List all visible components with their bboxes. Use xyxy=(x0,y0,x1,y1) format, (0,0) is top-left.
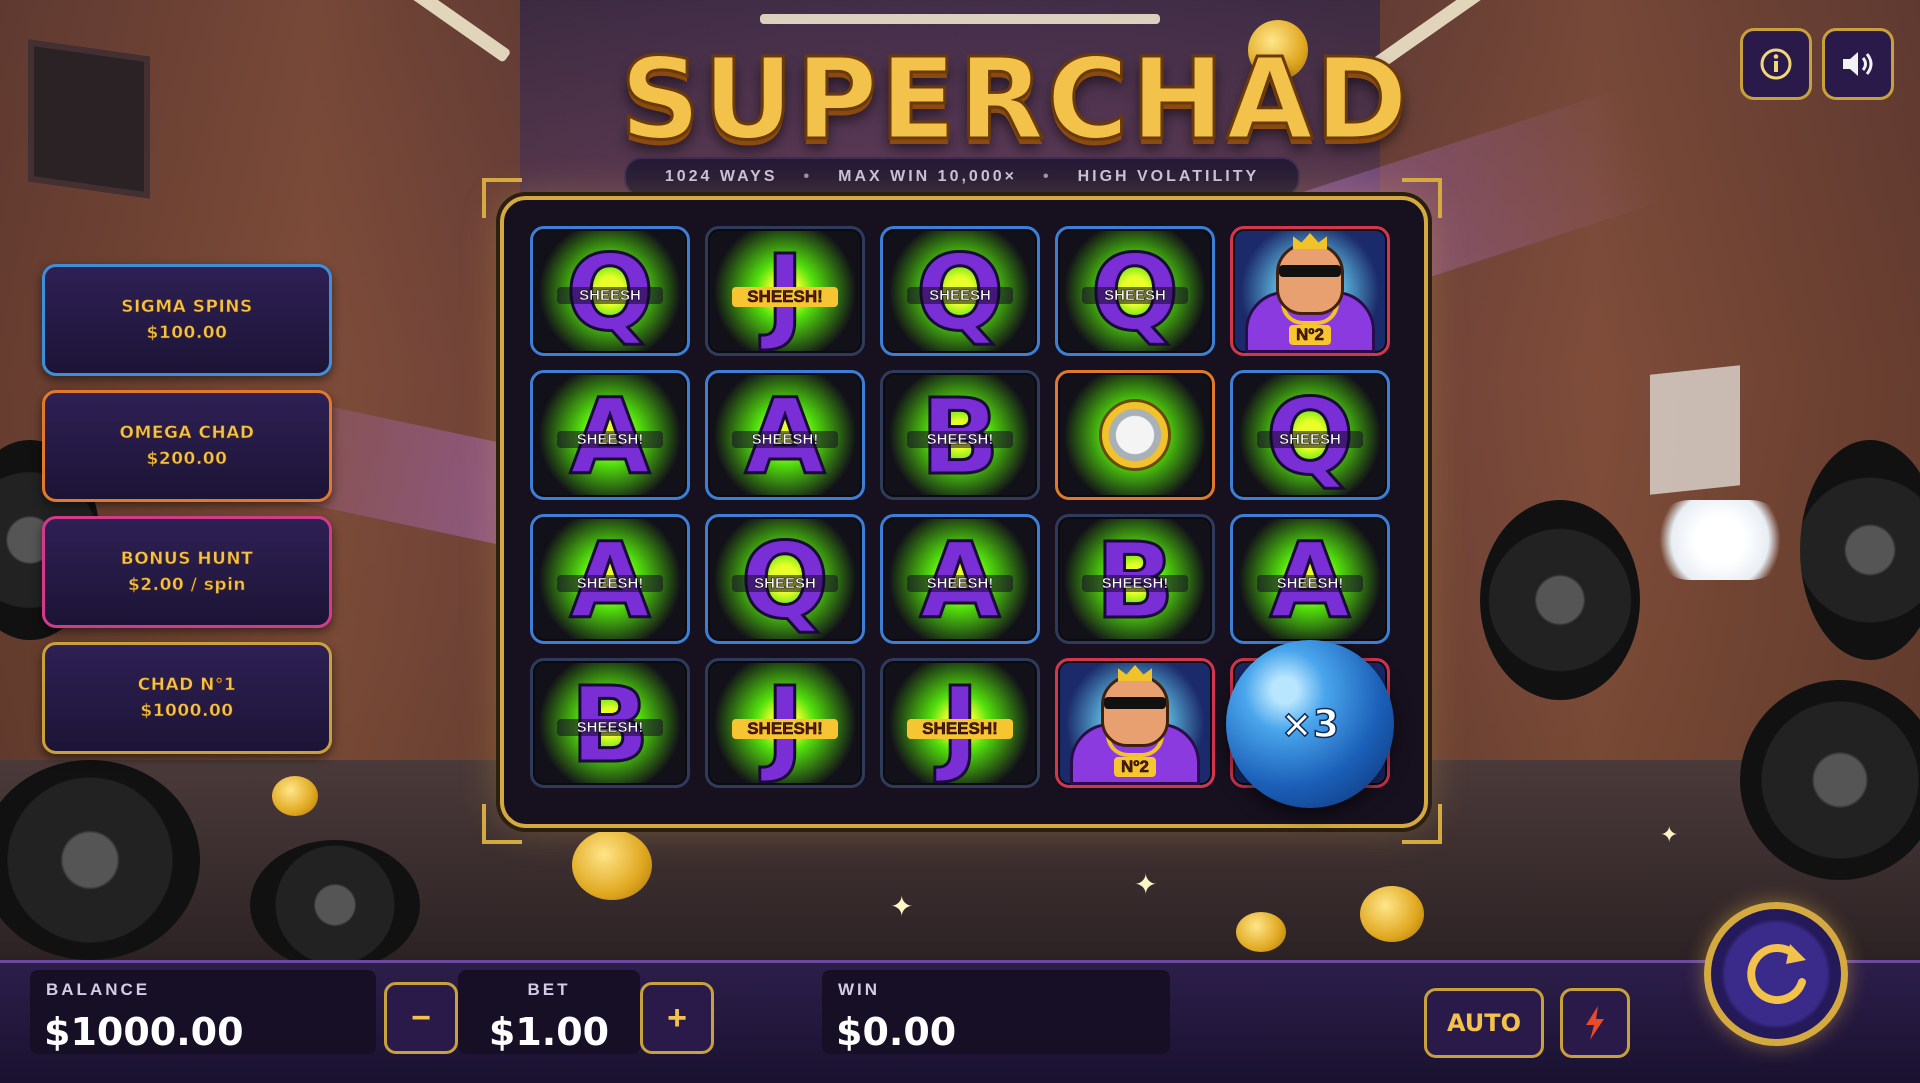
reel-symbol: Q SHEESH xyxy=(530,226,690,356)
increase-bet-button[interactable]: + xyxy=(640,982,714,1054)
crown-icon xyxy=(1118,665,1152,681)
symbol-tag: SHEESH! xyxy=(732,719,838,739)
symbol-tag: SHEESH! xyxy=(732,431,838,448)
turbo-button[interactable] xyxy=(1560,988,1630,1058)
reel-symbol: BSHEESH! xyxy=(880,370,1040,500)
info-button[interactable] xyxy=(1740,28,1812,100)
bonus-buy-omega-chad[interactable]: OMEGA CHAD $200.00 xyxy=(42,390,332,502)
symbol-tag: SHEESH! xyxy=(1082,575,1188,592)
balance-label: BALANCE xyxy=(46,980,151,999)
symbol-tag: SHEESH! xyxy=(557,431,663,448)
symbol-tag: SHEESH! xyxy=(907,575,1013,592)
feature-volatility: HIGH VOLATILITY xyxy=(1077,168,1260,185)
symbol-tag: SHEESH! xyxy=(907,719,1013,739)
sound-button[interactable] xyxy=(1822,28,1894,100)
bet-label: BET xyxy=(527,980,571,999)
chad-face xyxy=(1276,243,1344,315)
info-icon xyxy=(1760,48,1792,80)
bonus-price: $1000.00 xyxy=(140,701,234,722)
bet-panel: BET $1.00 xyxy=(458,970,640,1054)
sunglasses xyxy=(1104,697,1166,709)
wall-poster xyxy=(1650,365,1740,495)
multiplier-orb: ×3 xyxy=(1226,640,1394,808)
gold-coin xyxy=(1236,912,1286,952)
bonus-name: SIGMA SPINS xyxy=(121,297,253,318)
reel-symbol: ASHEESH! xyxy=(530,514,690,644)
balance-panel: BALANCE $1000.00 xyxy=(30,970,376,1054)
gold-coin xyxy=(572,830,652,900)
feature-separator: • xyxy=(1042,168,1052,185)
steam-puff xyxy=(1650,500,1790,580)
bonus-name: OMEGA CHAD xyxy=(119,423,255,444)
reel-symbol: JSHEESH! xyxy=(705,226,865,356)
symbol-tag: SHEESH! xyxy=(907,431,1013,448)
gold-coin xyxy=(272,776,318,816)
bonus-name: CHAD N°1 xyxy=(137,675,237,696)
bonus-buy-bonus-hunt[interactable]: BONUS HUNT $2.00 / spin xyxy=(42,516,332,628)
win-value: $0.00 xyxy=(836,1010,957,1054)
reel-symbol: BSHEESH! xyxy=(530,658,690,788)
reel-symbol: ASHEESH! xyxy=(1230,514,1390,644)
gold-watch-icon xyxy=(1099,399,1171,471)
feature-ways: 1024 WAYS xyxy=(664,168,778,185)
gold-coin xyxy=(1360,886,1424,942)
symbol-tag: SHEESH xyxy=(557,287,663,304)
bonus-buy-chad-n1[interactable]: CHAD N°1 $1000.00 xyxy=(42,642,332,754)
symbol-tag: Nº2 xyxy=(1289,325,1331,345)
crown-icon xyxy=(1293,233,1327,249)
decrease-bet-button[interactable]: − xyxy=(384,982,458,1054)
win-panel: WIN $0.00 xyxy=(822,970,1170,1054)
win-label: WIN xyxy=(838,980,881,999)
game-title: SUPERCHAD xyxy=(619,35,1411,165)
symbol-tag: SHEESH! xyxy=(1257,575,1363,592)
reel-symbol: Q SHEESH xyxy=(1230,370,1390,500)
feature-max-win: MAX WIN 10,000× xyxy=(838,168,1017,185)
reel-symbol: Nº2 xyxy=(1230,226,1390,356)
reel-symbol: Q SHEESH xyxy=(705,514,865,644)
spin-arrow-icon xyxy=(1747,944,1806,1004)
sparkle: ✦ xyxy=(1660,822,1679,847)
wall-fan xyxy=(28,39,150,199)
reel-symbol: ASHEESH! xyxy=(880,514,1040,644)
game-features-bar: 1024 WAYS • MAX WIN 10,000× • HIGH VOLAT… xyxy=(624,157,1300,197)
bonus-price: $2.00 / spin xyxy=(127,575,247,596)
reel-symbol: JSHEESH! xyxy=(705,658,865,788)
bet-value: $1.00 xyxy=(488,1010,610,1054)
multiplier-value: ×3 xyxy=(1280,701,1340,747)
symbol-tag: SHEESH! xyxy=(557,719,663,736)
sunglasses xyxy=(1279,265,1341,277)
reel-symbol: Q SHEESH xyxy=(1055,226,1215,356)
symbol-tag: Nº2 xyxy=(1114,757,1156,777)
feature-separator: • xyxy=(803,168,813,185)
reel-symbol xyxy=(1055,370,1215,500)
spin-button[interactable] xyxy=(1704,902,1848,1046)
symbol-tag: SHEESH xyxy=(907,287,1013,304)
bonus-name: BONUS HUNT xyxy=(120,549,254,570)
symbol-tag: SHEESH! xyxy=(732,287,838,307)
weight-plate xyxy=(1480,500,1640,700)
symbol-tag: SHEESH! xyxy=(557,575,663,592)
reel-symbol: BSHEESH! xyxy=(1055,514,1215,644)
sparkle: ✦ xyxy=(1134,869,1158,900)
bonus-price: $100.00 xyxy=(146,323,228,344)
lightning-icon xyxy=(1586,1006,1604,1040)
reel-symbol: Q SHEESH xyxy=(880,226,1040,356)
reel-symbol: ASHEESH! xyxy=(530,370,690,500)
reel-symbol: ASHEESH! xyxy=(705,370,865,500)
balance-value: $1000.00 xyxy=(44,1010,244,1054)
symbol-tag: SHEESH xyxy=(732,575,838,592)
chad-face xyxy=(1101,675,1169,747)
sparkle: ✦ xyxy=(890,891,914,922)
symbol-tag: SHEESH xyxy=(1257,431,1363,448)
ceiling-light xyxy=(760,14,1160,24)
weight-plate xyxy=(250,840,420,970)
symbol-tag: SHEESH xyxy=(1082,287,1188,304)
reel-symbol: JSHEESH! xyxy=(880,658,1040,788)
speaker-icon xyxy=(1843,52,1873,76)
bonus-price: $200.00 xyxy=(146,449,228,470)
bonus-buy-sigma-spins[interactable]: SIGMA SPINS $100.00 xyxy=(42,264,332,376)
autoplay-button[interactable]: AUTO xyxy=(1424,988,1544,1058)
reel-symbol: Nº2 xyxy=(1055,658,1215,788)
